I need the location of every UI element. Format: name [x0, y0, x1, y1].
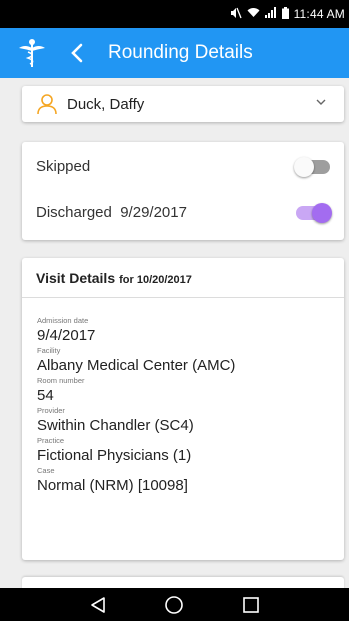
page-title: Rounding Details	[108, 42, 253, 63]
status-card: Skipped Discharged 9/29/2017	[22, 142, 344, 240]
visit-details-title: Visit Details	[36, 270, 116, 286]
patient-name: Duck, Daffy	[67, 95, 145, 113]
back-triangle-icon	[91, 596, 105, 613]
signal-icon	[264, 7, 277, 21]
nav-recents-button[interactable]	[240, 594, 262, 616]
room-number-value: 54	[37, 387, 54, 404]
room-number-label: Room number	[37, 376, 85, 385]
skipped-label: Skipped	[36, 158, 91, 175]
practice-label: Practice	[37, 436, 65, 445]
home-circle-icon	[165, 595, 184, 614]
facility-value: Albany Medical Center (AMC)	[37, 357, 236, 374]
caduceus-icon	[16, 37, 48, 69]
visit-details-card: Visit Details for 10/20/2017 Admission d…	[22, 258, 344, 560]
chevron-down-icon	[316, 99, 326, 105]
case-value: Normal (NRM) [10098]	[37, 477, 188, 494]
practice-value: Fictional Physicians (1)	[37, 447, 192, 464]
status-bar: 11:44 AM	[0, 0, 349, 28]
discharged-toggle[interactable]	[296, 202, 332, 223]
skipped-row: Skipped	[36, 156, 330, 177]
system-nav-bar	[0, 588, 349, 621]
case-label: Case	[37, 466, 55, 475]
person-icon	[37, 94, 57, 115]
mute-icon	[230, 7, 242, 22]
patient-selector[interactable]: Duck, Daffy	[22, 86, 344, 122]
recents-square-icon	[243, 596, 259, 613]
visit-date: for 10/20/2017	[119, 274, 192, 286]
skipped-toggle[interactable]	[294, 156, 330, 177]
provider-label: Provider	[37, 406, 65, 415]
back-button[interactable]	[62, 35, 92, 71]
discharged-label: Discharged	[36, 204, 112, 221]
battery-icon	[281, 6, 289, 22]
provider-value: Swithin Chandler (SC4)	[37, 417, 194, 434]
app-bar: Rounding Details	[0, 28, 349, 78]
admission-date-value: 9/4/2017	[37, 327, 96, 344]
wifi-icon	[247, 7, 260, 21]
visit-details-header: Visit Details for 10/20/2017	[22, 258, 344, 298]
nav-home-button[interactable]	[163, 594, 185, 616]
discharged-date: 9/29/2017	[120, 204, 187, 221]
discharged-row: Discharged 9/29/2017	[36, 202, 332, 223]
nav-back-button[interactable]	[87, 594, 109, 616]
status-time: 11:44 AM	[293, 7, 345, 21]
discharged-text: Discharged 9/29/2017	[36, 204, 187, 221]
facility-label: Facility	[37, 346, 61, 355]
visit-details-body: Admission date 9/4/2017 Facility Albany …	[22, 298, 344, 495]
chevron-left-icon	[71, 43, 83, 63]
admission-date-label: Admission date	[37, 316, 89, 325]
